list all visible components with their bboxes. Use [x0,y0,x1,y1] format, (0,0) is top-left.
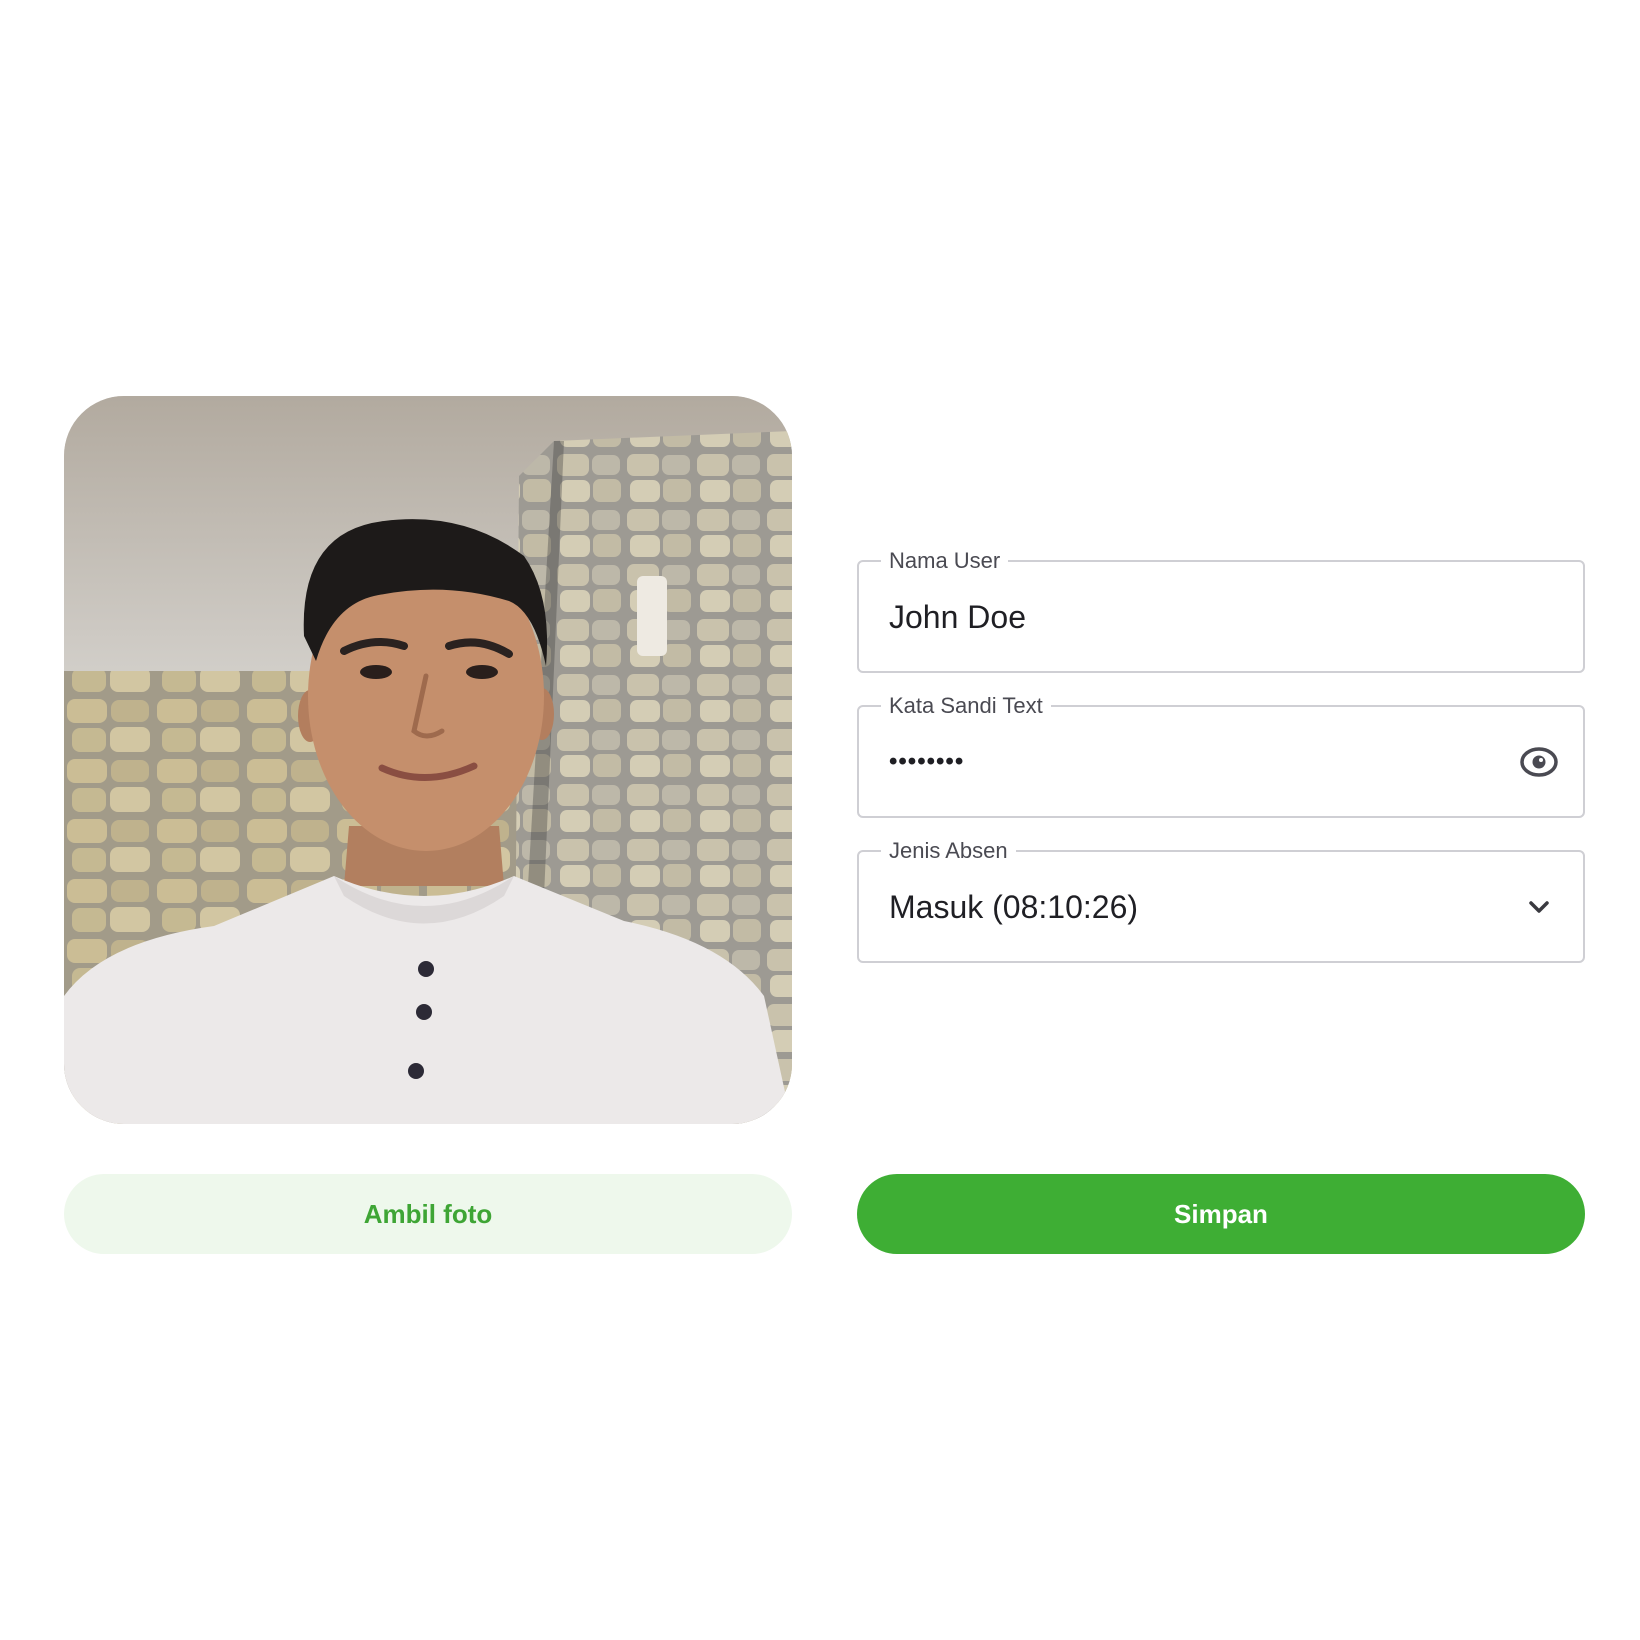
nama-user-input[interactable]: John Doe [889,561,1026,673]
selfie-photo [64,396,792,1124]
kata-sandi-input[interactable]: •••••••• [889,706,964,818]
kata-sandi-field[interactable]: Kata Sandi Text •••••••• [857,695,1585,818]
jenis-absen-select[interactable]: Jenis Absen Masuk (08:10:26) [857,840,1585,963]
selfie-image [64,396,792,1124]
jenis-absen-value[interactable]: Masuk (08:10:26) [889,851,1138,963]
kata-sandi-outline: Kata Sandi Text [857,695,1585,818]
simpan-button[interactable]: Simpan [857,1174,1585,1254]
chevron-down-icon[interactable] [1519,887,1559,927]
eye-icon[interactable] [1519,742,1559,782]
nama-user-field[interactable]: Nama User John Doe [857,550,1585,673]
ambil-foto-button[interactable]: Ambil foto [64,1174,792,1254]
